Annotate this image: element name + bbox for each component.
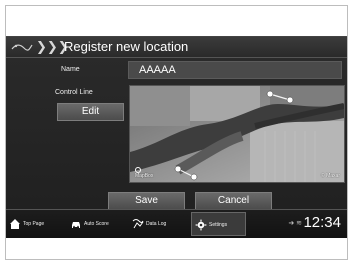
data-log-icon [132,219,144,229]
app-logo-icon [11,42,33,52]
bottom-navigation: Top Page Auto Score Data Log Settings ➜ … [6,209,347,238]
device-frame: ❯❯❯ Register new location Name AAAAA Con… [5,5,348,260]
control-line-label: Control Line [55,89,93,96]
nav-settings-label: Settings [209,222,228,228]
map-credit-right: © Maxar [321,173,340,179]
car-icon [72,222,80,228]
title-bar: ❯❯❯ Register new location [6,37,347,58]
home-icon [10,219,20,229]
app-screen: ❯❯❯ Register new location Name AAAAA Con… [6,36,347,238]
settings-gear-icon [195,219,207,231]
nav-data-log[interactable]: Data Log [129,212,191,236]
nav-auto-score-label: Auto Score [84,221,109,227]
name-input[interactable]: AAAAA [128,61,342,79]
nav-auto-score[interactable]: Auto Score [67,212,129,236]
nav-settings[interactable]: Settings [191,212,246,236]
edit-button[interactable]: Edit [57,103,124,121]
page-title: Register new location [64,39,189,54]
cancel-button[interactable]: Cancel [195,192,272,210]
nav-top-page-label: Top Page [23,221,45,227]
save-button[interactable]: Save [108,192,185,210]
nav-data-log-label: Data Log [146,221,167,227]
name-label: Name [61,66,80,73]
map-credit-left: MapBox [135,173,154,179]
clock: 12:34 [303,214,341,231]
signal-icon: ➜ ≋ [288,220,302,227]
satellite-map-image [130,86,344,182]
control-line-map[interactable]: MapBox © Maxar [129,85,345,183]
nav-top-page[interactable]: Top Page [6,212,67,236]
